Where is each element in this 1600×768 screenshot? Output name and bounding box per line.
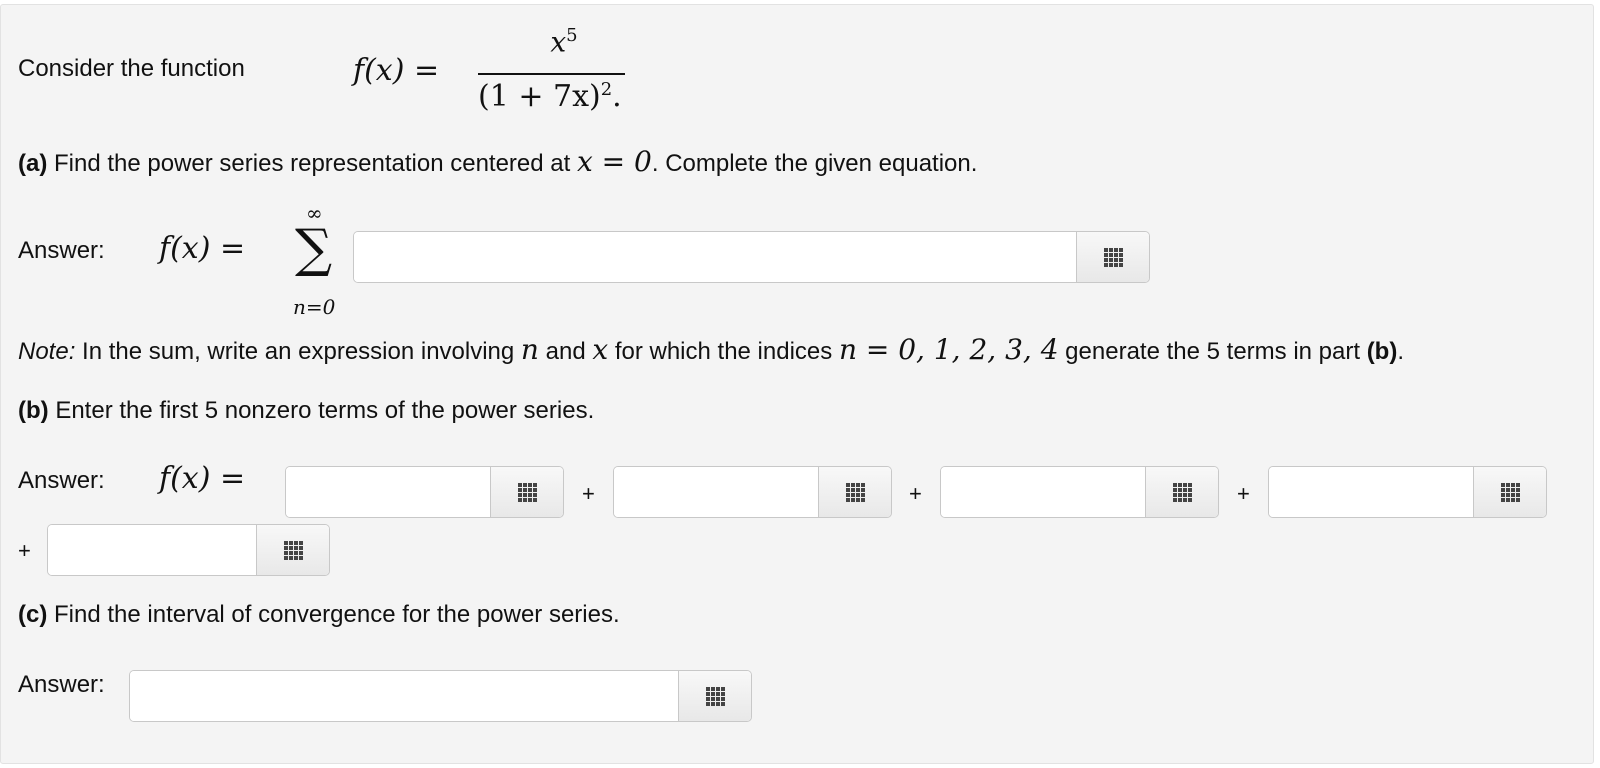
part-a-label: (a) (18, 150, 48, 177)
part-a-prompt: (a) Find the power series representation… (18, 145, 977, 178)
part-a-palette-button[interactable] (1076, 232, 1149, 282)
part-a-text-after: . Complete the given equation. (651, 150, 978, 177)
intro-text: Consider the function (18, 55, 245, 82)
sum-symbol: ∑ (295, 219, 333, 279)
note-var-n: n (520, 333, 539, 366)
part-b-term-field (47, 524, 330, 576)
part-b-palette-button-2[interactable] (818, 467, 891, 517)
part-b-term-field (940, 466, 1219, 518)
part-a-answer-label: Answer: (18, 237, 105, 264)
part-b-palette-button-3[interactable] (1145, 467, 1218, 517)
grid-icon (1172, 482, 1192, 502)
part-b-label: (b) (18, 397, 49, 424)
grid-icon (517, 482, 537, 502)
part-c-answer-input[interactable] (130, 671, 678, 721)
part-a-math: x = 0 (576, 145, 652, 178)
part-c-answer-field (129, 670, 752, 722)
function-lhs: f(x) = (353, 53, 440, 88)
part-a-text-before: Find the power series representation cen… (47, 150, 577, 177)
part-b-term-input-2[interactable] (614, 467, 818, 517)
part-b-term-field (1268, 466, 1547, 518)
part-c-palette-button[interactable] (678, 671, 751, 721)
part-c-text: Find the interval of convergence for the… (47, 601, 620, 628)
part-c-prompt: (c) Find the interval of convergence for… (18, 601, 620, 629)
note-text: Note: In the sum, write an expression in… (18, 333, 1405, 366)
grid-icon (1500, 482, 1520, 502)
fraction-bar (478, 73, 625, 75)
grid-icon (705, 686, 725, 706)
part-b-term-input-1[interactable] (286, 467, 490, 517)
sum-lower-limit: n=0 (293, 295, 336, 319)
note-label: Note: (18, 338, 76, 365)
part-a-answer-input[interactable] (354, 232, 1076, 282)
fraction-numerator: x5 (550, 25, 578, 59)
part-b-term-input-5[interactable] (48, 525, 256, 575)
part-b-term-field (285, 466, 564, 518)
part-b-answer-label: Answer: (18, 467, 105, 494)
part-b-term-input-4[interactable] (1269, 467, 1473, 517)
part-b-palette-button-4[interactable] (1473, 467, 1546, 517)
part-b-prompt: (b) Enter the first 5 nonzero terms of t… (18, 397, 594, 425)
part-b-palette-button-1[interactable] (490, 467, 563, 517)
part-c-answer-label: Answer: (18, 671, 105, 698)
part-a-lhs: f(x) = (159, 231, 246, 266)
problem-panel: Consider the function f(x) = x5 (1 + 7x)… (0, 4, 1594, 764)
note-part-ref: (b) (1366, 338, 1398, 365)
part-b-lhs: f(x) = (159, 461, 246, 496)
plus-sign: + (582, 481, 595, 506)
part-c-label: (c) (18, 601, 48, 628)
note-indices: n = 0, 1, 2, 3, 4 (838, 333, 1059, 366)
part-b-palette-button-5[interactable] (256, 525, 329, 575)
part-a-answer-field (353, 231, 1150, 283)
part-b-text: Enter the first 5 nonzero terms of the p… (48, 397, 595, 424)
grid-icon (845, 482, 865, 502)
part-b-term-field (613, 466, 892, 518)
plus-sign: + (18, 538, 31, 563)
part-b-term-input-3[interactable] (941, 467, 1145, 517)
note-var-x: x (592, 333, 609, 366)
grid-icon (283, 540, 303, 560)
plus-sign: + (1237, 481, 1250, 506)
plus-sign: + (909, 481, 922, 506)
grid-icon (1103, 247, 1123, 267)
fraction-denominator: (1 + 7x)2. (478, 79, 622, 114)
